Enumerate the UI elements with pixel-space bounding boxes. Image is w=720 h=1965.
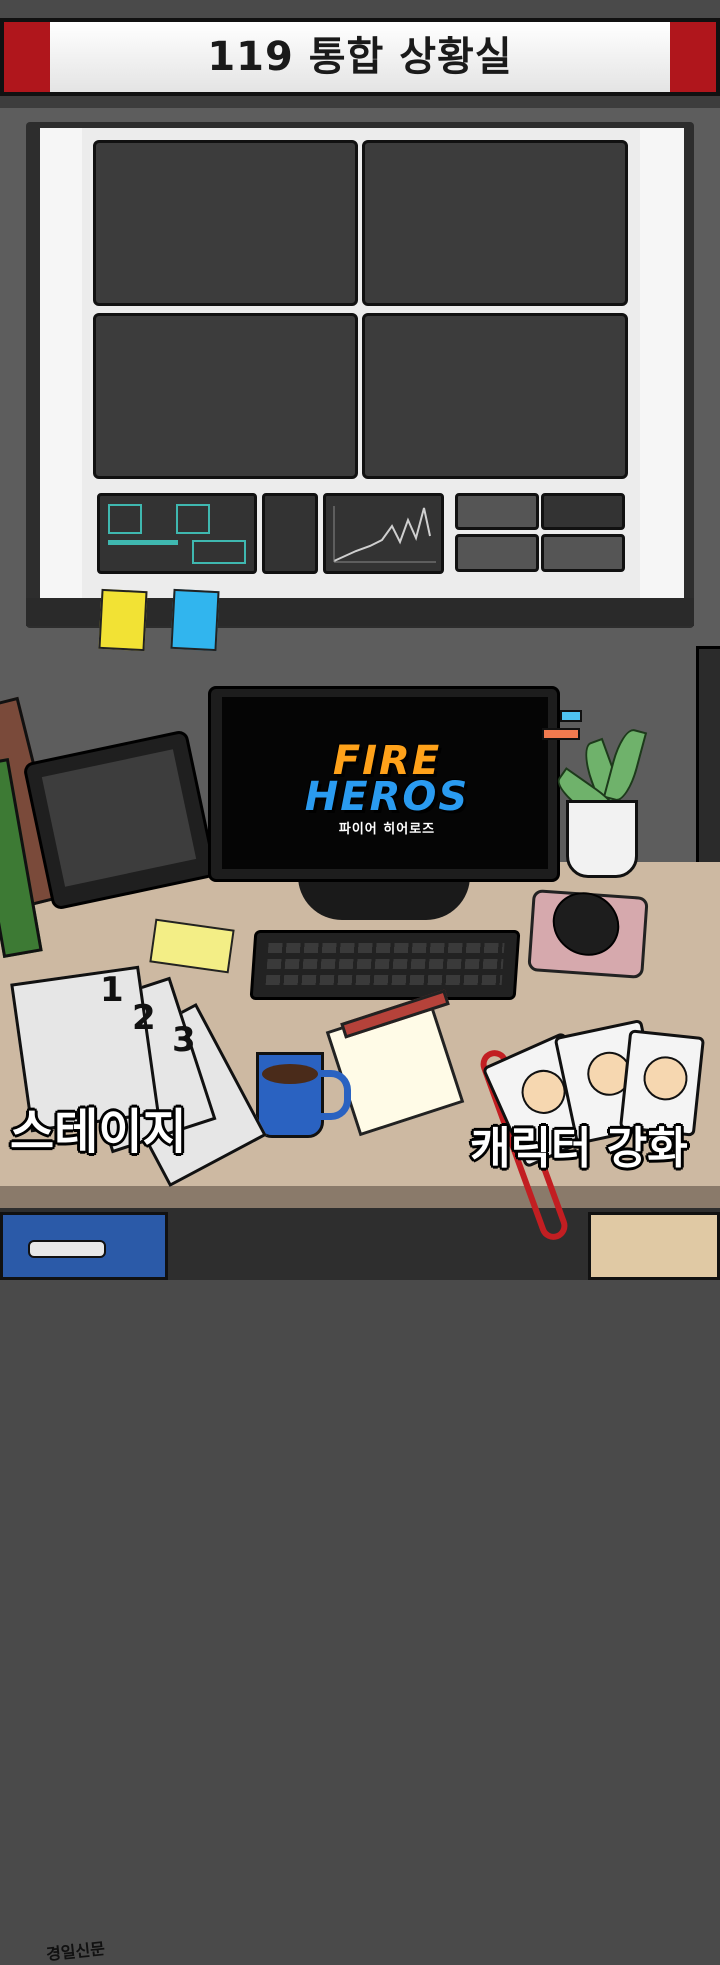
coffee-surface bbox=[262, 1064, 318, 1084]
title-banner: 119 통합 상황실 bbox=[0, 18, 720, 96]
surveillance-screen-4 bbox=[362, 313, 628, 479]
status-monitor-feed-4 bbox=[541, 534, 625, 572]
newspaper-number-1: 1 bbox=[100, 970, 124, 1010]
cup-handle bbox=[318, 1070, 351, 1120]
status-monitor-feed-2 bbox=[541, 493, 625, 530]
stage-button-label: 스테이지 bbox=[10, 1104, 187, 1160]
blue-sticky-note bbox=[170, 588, 220, 652]
cable-icon bbox=[560, 710, 582, 722]
newspaper-masthead: 경일신문 bbox=[45, 1938, 106, 1965]
character-upgrade-button[interactable]: 캐릭터 강화 bbox=[460, 1005, 720, 1245]
surveillance-screen-2 bbox=[362, 140, 628, 306]
character-face-icon bbox=[641, 1054, 690, 1103]
surveillance-screen-3 bbox=[93, 313, 358, 479]
newspaper-number-2: 2 bbox=[132, 998, 156, 1038]
game-logo-line2: HEROS bbox=[304, 774, 470, 820]
yellow-sticky-note bbox=[98, 588, 148, 652]
drawer-handle bbox=[28, 1240, 106, 1258]
page-title: 119 통합 상황실 bbox=[207, 34, 513, 80]
stage-button[interactable]: 경일신문 1 2 3 스테이지 bbox=[0, 960, 267, 1964]
status-monitor-feed-1 bbox=[455, 493, 539, 530]
plant-pot-icon bbox=[566, 800, 638, 878]
status-monitor-feed-3 bbox=[455, 534, 539, 572]
game-logo-subtitle: 파이어 히어로즈 bbox=[338, 822, 436, 837]
character-upgrade-label: 캐릭터 강화 bbox=[470, 1123, 688, 1174]
wall-trim bbox=[0, 96, 720, 108]
status-monitor-graph bbox=[323, 493, 444, 574]
surveillance-screen-1 bbox=[93, 140, 358, 306]
banner-right-accent bbox=[670, 22, 716, 92]
status-monitor-map bbox=[97, 493, 257, 574]
monitor-stand bbox=[298, 876, 470, 920]
status-monitor-log bbox=[262, 493, 318, 574]
newspaper-number-3: 3 bbox=[172, 1020, 196, 1060]
keyboard-icon bbox=[249, 930, 521, 1000]
cable-icon bbox=[542, 728, 580, 740]
banner-left-accent bbox=[4, 22, 50, 92]
